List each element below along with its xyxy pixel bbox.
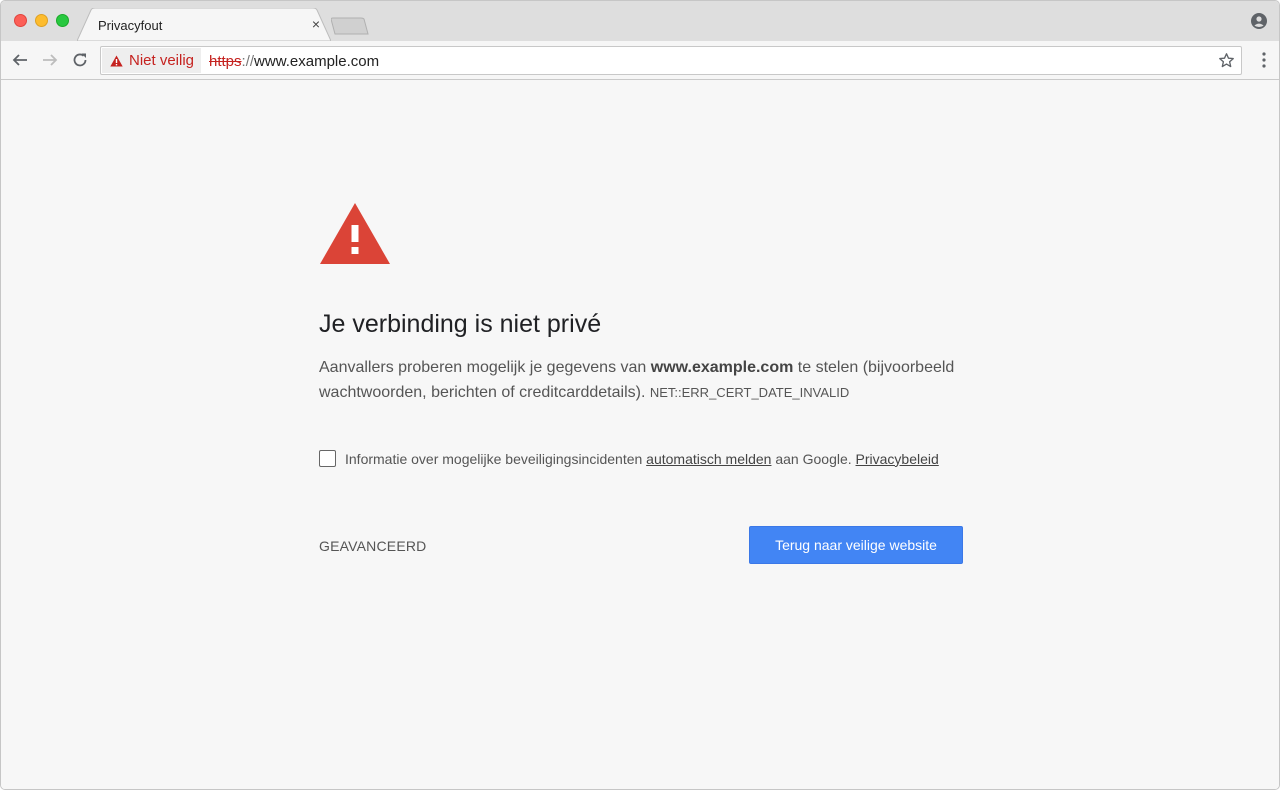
window-minimize-button[interactable]: [35, 14, 48, 27]
error-explanation: Aanvallers proberen mogelijk je gegevens…: [319, 355, 963, 405]
security-label: Niet veilig: [129, 52, 195, 69]
arrow-right-icon[interactable]: [41, 51, 59, 69]
security-indicator[interactable]: Niet veilig: [102, 48, 202, 73]
warning-triangle-icon: [320, 203, 390, 264]
star-icon[interactable]: [1218, 52, 1235, 69]
toolbar: Niet veilig https://www.example.com: [1, 41, 1279, 80]
reload-icon[interactable]: [71, 51, 89, 69]
url-separator: ://: [241, 53, 255, 70]
profile-icon[interactable]: [1251, 13, 1267, 29]
tab-strip: Privacyfout ×: [1, 1, 1279, 41]
error-code[interactable]: NET::ERR_CERT_DATE_INVALID: [650, 385, 849, 400]
action-row: GEAVANCEERD Terug naar veilige website: [319, 526, 963, 564]
report-text-middle: aan Google.: [771, 450, 856, 467]
url-host: www.example.com: [254, 53, 380, 70]
explanation-text: Aanvallers proberen mogelijk je gegevens…: [319, 359, 651, 376]
tab-close-icon[interactable]: ×: [309, 17, 323, 31]
browser-window: Privacyfout × Niet veilig https://www.ex…: [0, 0, 1280, 790]
new-tab-button[interactable]: [331, 17, 369, 35]
report-option: Informatie over mogelijke beveiligingsin…: [319, 450, 963, 467]
url-scheme: https: [209, 53, 242, 70]
report-checkbox[interactable]: [319, 450, 336, 467]
explanation-domain: www.example.com: [650, 359, 794, 376]
tab-title: Privacyfout: [98, 18, 163, 33]
page-title: Je verbinding is niet privé: [319, 310, 602, 338]
report-text: Informatie over mogelijke beveiligingsin…: [345, 451, 939, 467]
address-bar[interactable]: Niet veilig https://www.example.com: [100, 46, 1242, 75]
privacy-error-panel: Je verbinding is niet privé Aanvallers p…: [319, 201, 963, 564]
advanced-button[interactable]: GEAVANCEERD: [319, 538, 426, 554]
tab-privacy-error[interactable]: Privacyfout ×: [77, 8, 331, 41]
url-text[interactable]: https://www.example.com: [209, 53, 379, 70]
auto-report-link[interactable]: automatisch melden: [646, 451, 771, 467]
window-maximize-button[interactable]: [56, 14, 69, 27]
window-close-button[interactable]: [14, 14, 27, 27]
kebab-menu-icon[interactable]: [1262, 52, 1266, 68]
privacy-policy-link[interactable]: Privacybeleid: [856, 451, 939, 467]
warning-icon: [110, 55, 123, 66]
back-to-safety-button[interactable]: Terug naar veilige website: [749, 526, 963, 564]
arrow-left-icon[interactable]: [11, 51, 29, 69]
page-content: Je verbinding is niet privé Aanvallers p…: [1, 81, 1279, 789]
report-text-start: Informatie over mogelijke beveiligingsin…: [345, 450, 647, 467]
